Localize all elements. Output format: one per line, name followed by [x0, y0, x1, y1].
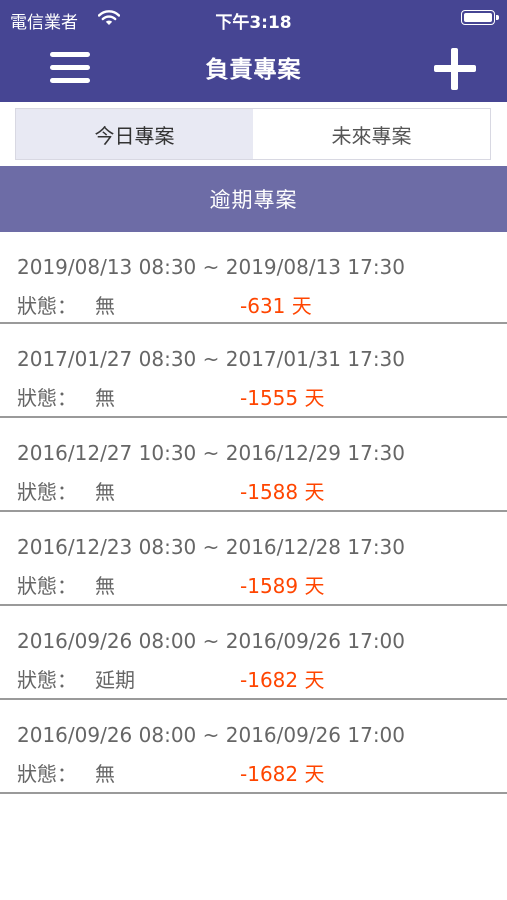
status-prefix: 狀態：: [17, 574, 77, 598]
list-item[interactable]: 2016/12/27 10:30 ~ 2016/12/29 17:30 狀態： 無…: [0, 418, 507, 512]
status-row: 狀態： 延期: [17, 664, 135, 693]
tab-future[interactable]: 未來專案: [253, 109, 490, 159]
status-value: 延期: [95, 668, 135, 692]
days-remaining: -1682 天: [240, 762, 325, 786]
status-prefix: 狀態：: [17, 668, 77, 692]
page-title: 負責專案: [205, 57, 302, 83]
list-item[interactable]: 2016/12/23 08:30 ~ 2016/12/28 17:30 狀態： 無…: [0, 512, 507, 606]
date-range: 2016/12/23 08:30 ~ 2016/12/28 17:30: [17, 535, 406, 559]
date-range: 2019/08/13 08:30 ~ 2019/08/13 17:30: [17, 255, 406, 279]
days-remaining: -1588 天: [240, 480, 325, 504]
tab-today[interactable]: 今日專案: [16, 109, 253, 159]
battery-icon: [461, 10, 499, 25]
days-remaining: -1682 天: [240, 668, 325, 692]
status-bar: 電信業者 下午3:18: [0, 0, 507, 36]
date-range: 2016/09/26 08:00 ~ 2016/09/26 17:00: [17, 723, 406, 747]
status-value: 無: [95, 762, 115, 786]
date-range: 2017/01/27 08:30 ~ 2017/01/31 17:30: [17, 347, 406, 371]
status-value: 無: [95, 294, 115, 318]
status-prefix: 狀態：: [17, 480, 77, 504]
days-remaining: -631 天: [240, 294, 312, 318]
status-value: 無: [95, 574, 115, 598]
list-item[interactable]: 2016/09/26 08:00 ~ 2016/09/26 17:00 狀態： 延…: [0, 606, 507, 700]
status-prefix: 狀態：: [17, 762, 77, 786]
list-item[interactable]: 2017/01/27 08:30 ~ 2017/01/31 17:30 狀態： 無…: [0, 324, 507, 418]
date-range: 2016/09/26 08:00 ~ 2016/09/26 17:00: [17, 629, 406, 653]
status-row: 狀態： 無: [17, 290, 115, 319]
project-list: 2019/08/13 08:30 ~ 2019/08/13 17:30 狀態： 無…: [0, 232, 507, 794]
list-item[interactable]: 2019/08/13 08:30 ~ 2019/08/13 17:30 狀態： 無…: [0, 232, 507, 324]
status-row: 狀態： 無: [17, 476, 115, 505]
status-value: 無: [95, 386, 115, 410]
days-remaining: -1589 天: [240, 574, 325, 598]
days-remaining: -1555 天: [240, 386, 325, 410]
tab-bar: 今日專案 未來專案: [15, 108, 491, 160]
status-row: 狀態： 無: [17, 570, 115, 599]
status-row: 狀態： 無: [17, 758, 115, 787]
status-value: 無: [95, 480, 115, 504]
list-item[interactable]: 2016/09/26 08:00 ~ 2016/09/26 17:00 狀態： 無…: [0, 700, 507, 794]
date-range: 2016/12/27 10:30 ~ 2016/12/29 17:30: [17, 441, 406, 465]
status-row: 狀態： 無: [17, 382, 115, 411]
nav-header: 電信業者 下午3:18 負責專案: [0, 0, 507, 102]
status-prefix: 狀態：: [17, 386, 77, 410]
clock: 下午3:18: [215, 13, 292, 33]
add-button[interactable]: [434, 48, 476, 90]
section-header-overdue: 逾期專案: [0, 166, 507, 232]
status-prefix: 狀態：: [17, 294, 77, 318]
